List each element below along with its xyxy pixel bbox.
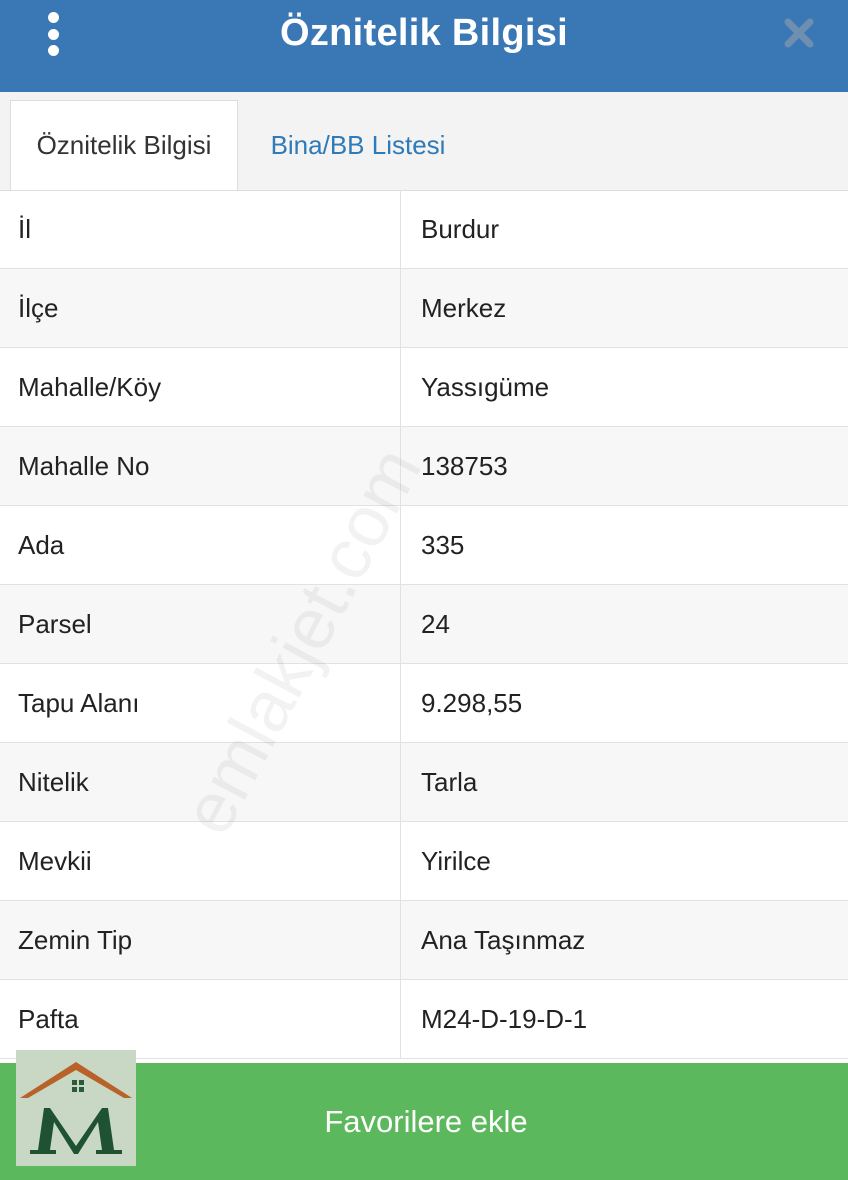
table-row: Zemin Tip Ana Taşınmaz — [0, 901, 848, 980]
table-row: Pafta M24-D-19-D-1 — [0, 980, 848, 1059]
attribute-value: Merkez — [421, 292, 507, 323]
attribute-label: Pafta — [0, 980, 401, 1058]
table-row: İl Burdur — [0, 190, 848, 269]
table-row: Mahalle/Köy Yassıgüme — [0, 348, 848, 427]
table-row: Ada 335 — [0, 506, 848, 585]
attribute-label: Mahalle No — [0, 427, 401, 505]
attribute-label: İl — [0, 190, 401, 268]
attribute-value: Yassıgüme — [421, 371, 550, 402]
house-m-logo-icon — [16, 1050, 136, 1166]
attribute-value: Tarla — [421, 766, 478, 797]
table-row: İlçe Merkez — [0, 269, 848, 348]
attribute-table: İl Burdur İlçe Merkez Mahalle/Köy Yassıg… — [0, 190, 848, 1059]
attribute-value: M24-D-19-D-1 — [421, 1003, 588, 1034]
attribute-value: 24 — [421, 608, 450, 639]
attribute-label: Mahalle/Köy — [0, 348, 401, 426]
tab-attribute-info[interactable]: Öznitelik Bilgisi — [10, 100, 238, 190]
attribute-label: Mevkii — [0, 822, 401, 900]
kebab-menu-icon[interactable] — [38, 12, 68, 56]
attribute-label: Zemin Tip — [0, 901, 401, 979]
attribute-label: Ada — [0, 506, 401, 584]
table-row: Mevkii Yirilce — [0, 822, 848, 901]
attribute-label: Tapu Alanı — [0, 664, 401, 742]
favorites-button-label: Favorilere ekle — [324, 1103, 528, 1139]
tab-building-list[interactable]: Bina/BB Listesi — [248, 100, 468, 190]
attribute-value: 9.298,55 — [421, 687, 523, 718]
table-row: Tapu Alanı 9.298,55 — [0, 664, 848, 743]
tab-bar: Öznitelik Bilgisi Bina/BB Listesi — [0, 92, 848, 191]
attribute-value: 335 — [421, 529, 465, 560]
attribute-value: Ana Taşınmaz — [421, 924, 586, 955]
attribute-label: Nitelik — [0, 743, 401, 821]
title-bar: Öznitelik Bilgisi — [0, 0, 848, 92]
table-row: Nitelik Tarla — [0, 743, 848, 822]
attribute-value: Burdur — [421, 213, 500, 244]
table-row: Mahalle No 138753 — [0, 427, 848, 506]
attribute-value: Yirilce — [421, 845, 491, 876]
page-title: Öznitelik Bilgisi — [279, 11, 569, 54]
table-row: Parsel 24 — [0, 585, 848, 664]
attribute-value: 138753 — [421, 450, 508, 481]
attribute-label: Parsel — [0, 585, 401, 663]
close-icon[interactable] — [782, 16, 816, 50]
attribute-label: İlçe — [0, 269, 401, 347]
